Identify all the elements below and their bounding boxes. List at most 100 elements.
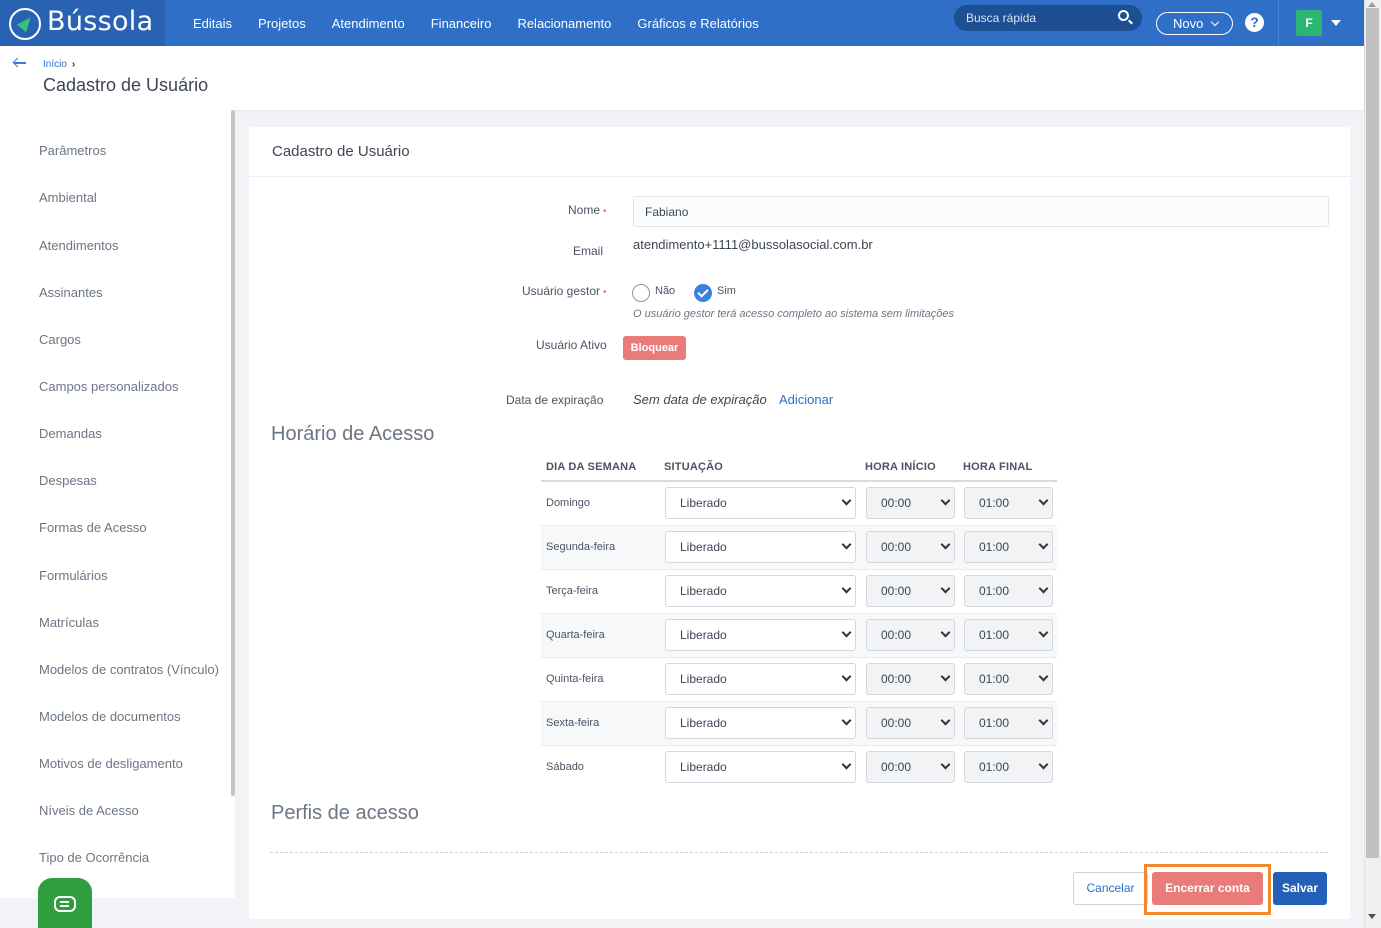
scroll-up-arrow-icon[interactable] bbox=[1368, 2, 1376, 7]
sidebar-item-parametros[interactable]: Parâmetros bbox=[39, 143, 106, 158]
sidebar-item-campos-personalizados[interactable]: Campos personalizados bbox=[39, 379, 178, 394]
end-time-select[interactable]: 01:00 bbox=[964, 619, 1053, 651]
start-time-select-value: 00:00 bbox=[881, 628, 912, 642]
start-time-select[interactable]: 00:00 bbox=[866, 707, 955, 739]
nav-item-editais[interactable]: Editais bbox=[193, 16, 232, 31]
scrollbar-thumb[interactable] bbox=[1366, 8, 1379, 858]
active-label: Usuário Ativo bbox=[536, 338, 607, 352]
status-select[interactable]: Liberado bbox=[665, 663, 856, 695]
status-select[interactable]: Liberado bbox=[665, 707, 856, 739]
sidebar-item-formularios[interactable]: Formulários bbox=[39, 568, 108, 583]
cancel-button[interactable]: Cancelar bbox=[1073, 872, 1148, 905]
start-time-select[interactable]: 00:00 bbox=[866, 487, 955, 519]
name-field[interactable] bbox=[633, 196, 1329, 227]
block-button[interactable]: Bloquear bbox=[623, 336, 686, 360]
sidebar-item-motivos-desligamento[interactable]: Motivos de desligamento bbox=[39, 756, 183, 771]
novo-button[interactable]: Novo bbox=[1156, 12, 1233, 35]
logo[interactable]: Bússola bbox=[0, 0, 165, 46]
status-select[interactable]: Liberado bbox=[665, 575, 856, 607]
manager-no-label[interactable]: Não bbox=[655, 285, 675, 297]
sidebar-item-despesas[interactable]: Despesas bbox=[39, 473, 97, 488]
start-time-select-value: 00:00 bbox=[881, 716, 912, 730]
end-time-select[interactable]: 01:00 bbox=[964, 531, 1053, 563]
end-time-select[interactable]: 01:00 bbox=[964, 487, 1053, 519]
sidebar-item-niveis-de-acesso[interactable]: Níveis de Acesso bbox=[39, 803, 139, 818]
manager-no-radio[interactable] bbox=[632, 284, 650, 302]
th-end: HORA FINAL bbox=[963, 461, 1033, 473]
sidebar-item-ambiental[interactable]: Ambiental bbox=[39, 190, 97, 205]
breadcrumb-separator: › bbox=[71, 59, 76, 70]
end-time-select[interactable]: 01:00 bbox=[964, 751, 1053, 783]
start-time-select[interactable]: 00:00 bbox=[866, 531, 955, 563]
save-button[interactable]: Salvar bbox=[1273, 872, 1327, 905]
chevron-down-icon bbox=[841, 495, 852, 506]
name-label: Nome • bbox=[568, 203, 607, 217]
search-icon[interactable] bbox=[1118, 10, 1129, 21]
nav-item-graficos[interactable]: Gráficos e Relatórios bbox=[637, 16, 758, 31]
end-time-select[interactable]: 01:00 bbox=[964, 575, 1053, 607]
help-icon[interactable]: ? bbox=[1245, 13, 1264, 32]
end-time-select[interactable]: 01:00 bbox=[964, 707, 1053, 739]
breadcrumb-home-link[interactable]: Início bbox=[43, 59, 67, 70]
expiration-label: Data de expiração bbox=[506, 393, 604, 407]
sidebar-item-cargos[interactable]: Cargos bbox=[39, 332, 81, 347]
day-label: Segunda-feira bbox=[546, 541, 616, 553]
day-label: Terça-feira bbox=[546, 585, 598, 597]
email-value: atendimento+1111@bussolasocial.com.br bbox=[633, 237, 873, 252]
chevron-down-icon bbox=[940, 583, 951, 594]
sidebar-item-atendimentos[interactable]: Atendimentos bbox=[39, 238, 119, 253]
day-label: Quinta-feira bbox=[546, 673, 604, 685]
search-input[interactable] bbox=[966, 9, 1116, 27]
chevron-down-icon bbox=[1038, 671, 1049, 682]
quick-search bbox=[954, 5, 1142, 31]
chat-button[interactable] bbox=[38, 878, 92, 928]
nav-item-atendimento[interactable]: Atendimento bbox=[332, 16, 405, 31]
status-select[interactable]: Liberado bbox=[665, 619, 856, 651]
status-select-value: Liberado bbox=[680, 760, 727, 774]
manager-label: Usuário gestor • bbox=[522, 284, 607, 298]
status-select-value: Liberado bbox=[680, 628, 727, 642]
manager-yes-label[interactable]: Sim bbox=[717, 285, 736, 297]
end-time-select-value: 01:00 bbox=[979, 584, 1010, 598]
nav-item-projetos[interactable]: Projetos bbox=[258, 16, 306, 31]
end-account-button[interactable]: Encerrar conta bbox=[1152, 872, 1263, 905]
day-label: Domingo bbox=[546, 497, 591, 509]
caret-down-icon[interactable] bbox=[1331, 20, 1341, 26]
scroll-down-arrow-icon[interactable] bbox=[1368, 914, 1376, 919]
nav-item-financeiro[interactable]: Financeiro bbox=[431, 16, 492, 31]
end-time-select-value: 01:00 bbox=[979, 496, 1010, 510]
start-time-select-value: 00:00 bbox=[881, 584, 912, 598]
sidebar-item-assinantes[interactable]: Assinantes bbox=[39, 285, 103, 300]
app-name: Bússola bbox=[47, 6, 154, 37]
status-select[interactable]: Liberado bbox=[665, 751, 856, 783]
start-time-select[interactable]: 00:00 bbox=[866, 751, 955, 783]
sidebar-scrollbar[interactable] bbox=[231, 110, 235, 796]
avatar[interactable]: F bbox=[1296, 10, 1322, 36]
chevron-down-icon bbox=[940, 539, 951, 550]
footer-divider bbox=[270, 852, 1328, 853]
nav-item-relacionamento[interactable]: Relacionamento bbox=[517, 16, 611, 31]
start-time-select[interactable]: 00:00 bbox=[866, 663, 955, 695]
sidebar-item-tipo-ocorrencia[interactable]: Tipo de Ocorrência bbox=[39, 850, 149, 865]
manager-yes-radio[interactable] bbox=[694, 284, 712, 302]
add-expiration-link[interactable]: Adicionar bbox=[779, 392, 833, 407]
sidebar-item-matriculas[interactable]: Matrículas bbox=[39, 615, 99, 630]
status-select[interactable]: Liberado bbox=[665, 487, 856, 519]
start-time-select-value: 00:00 bbox=[881, 760, 912, 774]
start-time-select[interactable]: 00:00 bbox=[866, 575, 955, 607]
row-divider bbox=[541, 745, 1057, 746]
breadcrumb: Início › bbox=[43, 59, 75, 70]
sidebar-item-demandas[interactable]: Demandas bbox=[39, 426, 102, 441]
chevron-down-icon bbox=[940, 715, 951, 726]
start-time-select[interactable]: 00:00 bbox=[866, 619, 955, 651]
day-label: Sábado bbox=[546, 761, 584, 773]
end-time-select[interactable]: 01:00 bbox=[964, 663, 1053, 695]
end-time-select-value: 01:00 bbox=[979, 760, 1010, 774]
sidebar-item-modelos-documentos[interactable]: Modelos de documentos bbox=[39, 709, 181, 724]
chevron-down-icon bbox=[841, 539, 852, 550]
sidebar-item-modelos-contratos[interactable]: Modelos de contratos (Vínculo) bbox=[39, 662, 219, 677]
back-arrow-icon[interactable] bbox=[13, 58, 27, 68]
start-time-select-value: 00:00 bbox=[881, 540, 912, 554]
sidebar-item-formas-de-acesso[interactable]: Formas de Acesso bbox=[39, 520, 147, 535]
status-select[interactable]: Liberado bbox=[665, 531, 856, 563]
